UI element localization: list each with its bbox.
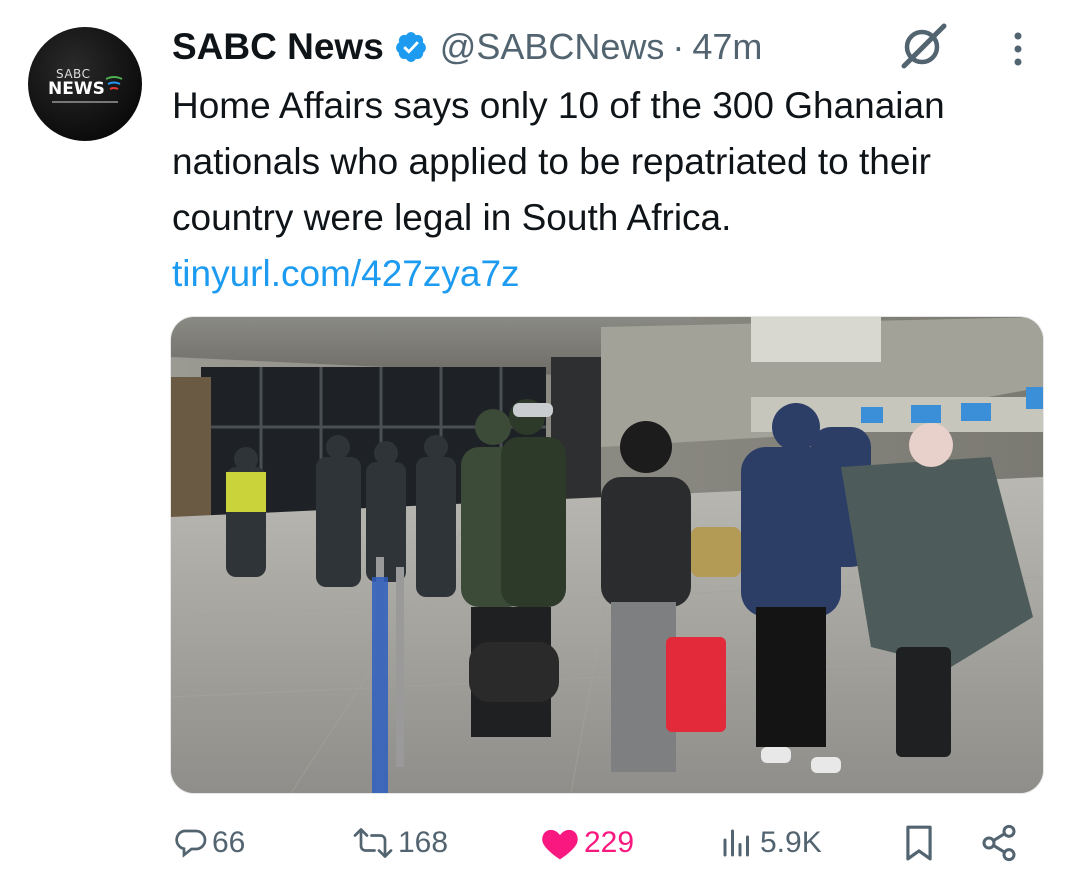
avatar[interactable]: SABC NEWS <box>28 27 142 141</box>
reply-button[interactable]: 66 <box>172 815 245 871</box>
more-options-icon[interactable] <box>1008 30 1028 70</box>
timestamp[interactable]: 47m <box>692 26 762 68</box>
tweet-link[interactable]: tinyurl.com/427zya7z <box>172 253 520 294</box>
grok-icon[interactable] <box>896 20 952 70</box>
bookmark-icon <box>906 825 932 861</box>
tweet-text: Home Affairs says only 10 of the 300 Gha… <box>172 78 1032 302</box>
repost-count: 168 <box>398 826 449 859</box>
repost-icon <box>353 828 393 858</box>
views-count: 5.9K <box>760 826 822 859</box>
separator-dot: · <box>672 26 685 67</box>
handle[interactable]: @SABCNews <box>440 26 665 68</box>
like-count: 229 <box>584 826 635 859</box>
display-name[interactable]: SABC News <box>172 26 384 68</box>
airport-queue-photo <box>171 317 1043 793</box>
tweet-header: SABC News @SABCNews · 47m <box>172 22 762 72</box>
reply-count: 66 <box>212 826 246 859</box>
views-icon <box>723 829 749 857</box>
bookmark-button[interactable] <box>902 815 936 871</box>
share-button[interactable] <box>978 815 1020 871</box>
like-button[interactable]: 229 <box>540 815 634 871</box>
broadcast-waves-icon <box>105 76 123 90</box>
avatar-logo-tagline <box>52 101 118 103</box>
reply-icon <box>175 829 207 858</box>
tweet-action-bar: 66 168 229 5.9K <box>0 815 1075 871</box>
verified-badge-icon[interactable] <box>394 30 428 64</box>
avatar-logo-main-text: NEWS <box>48 79 105 99</box>
share-icon <box>982 824 1016 862</box>
views-button[interactable]: 5.9K <box>718 815 822 871</box>
repost-button[interactable]: 168 <box>352 815 448 871</box>
heart-icon <box>542 829 578 860</box>
tweet-photo[interactable] <box>170 316 1044 794</box>
tweet-body: Home Affairs says only 10 of the 300 Gha… <box>172 85 945 238</box>
